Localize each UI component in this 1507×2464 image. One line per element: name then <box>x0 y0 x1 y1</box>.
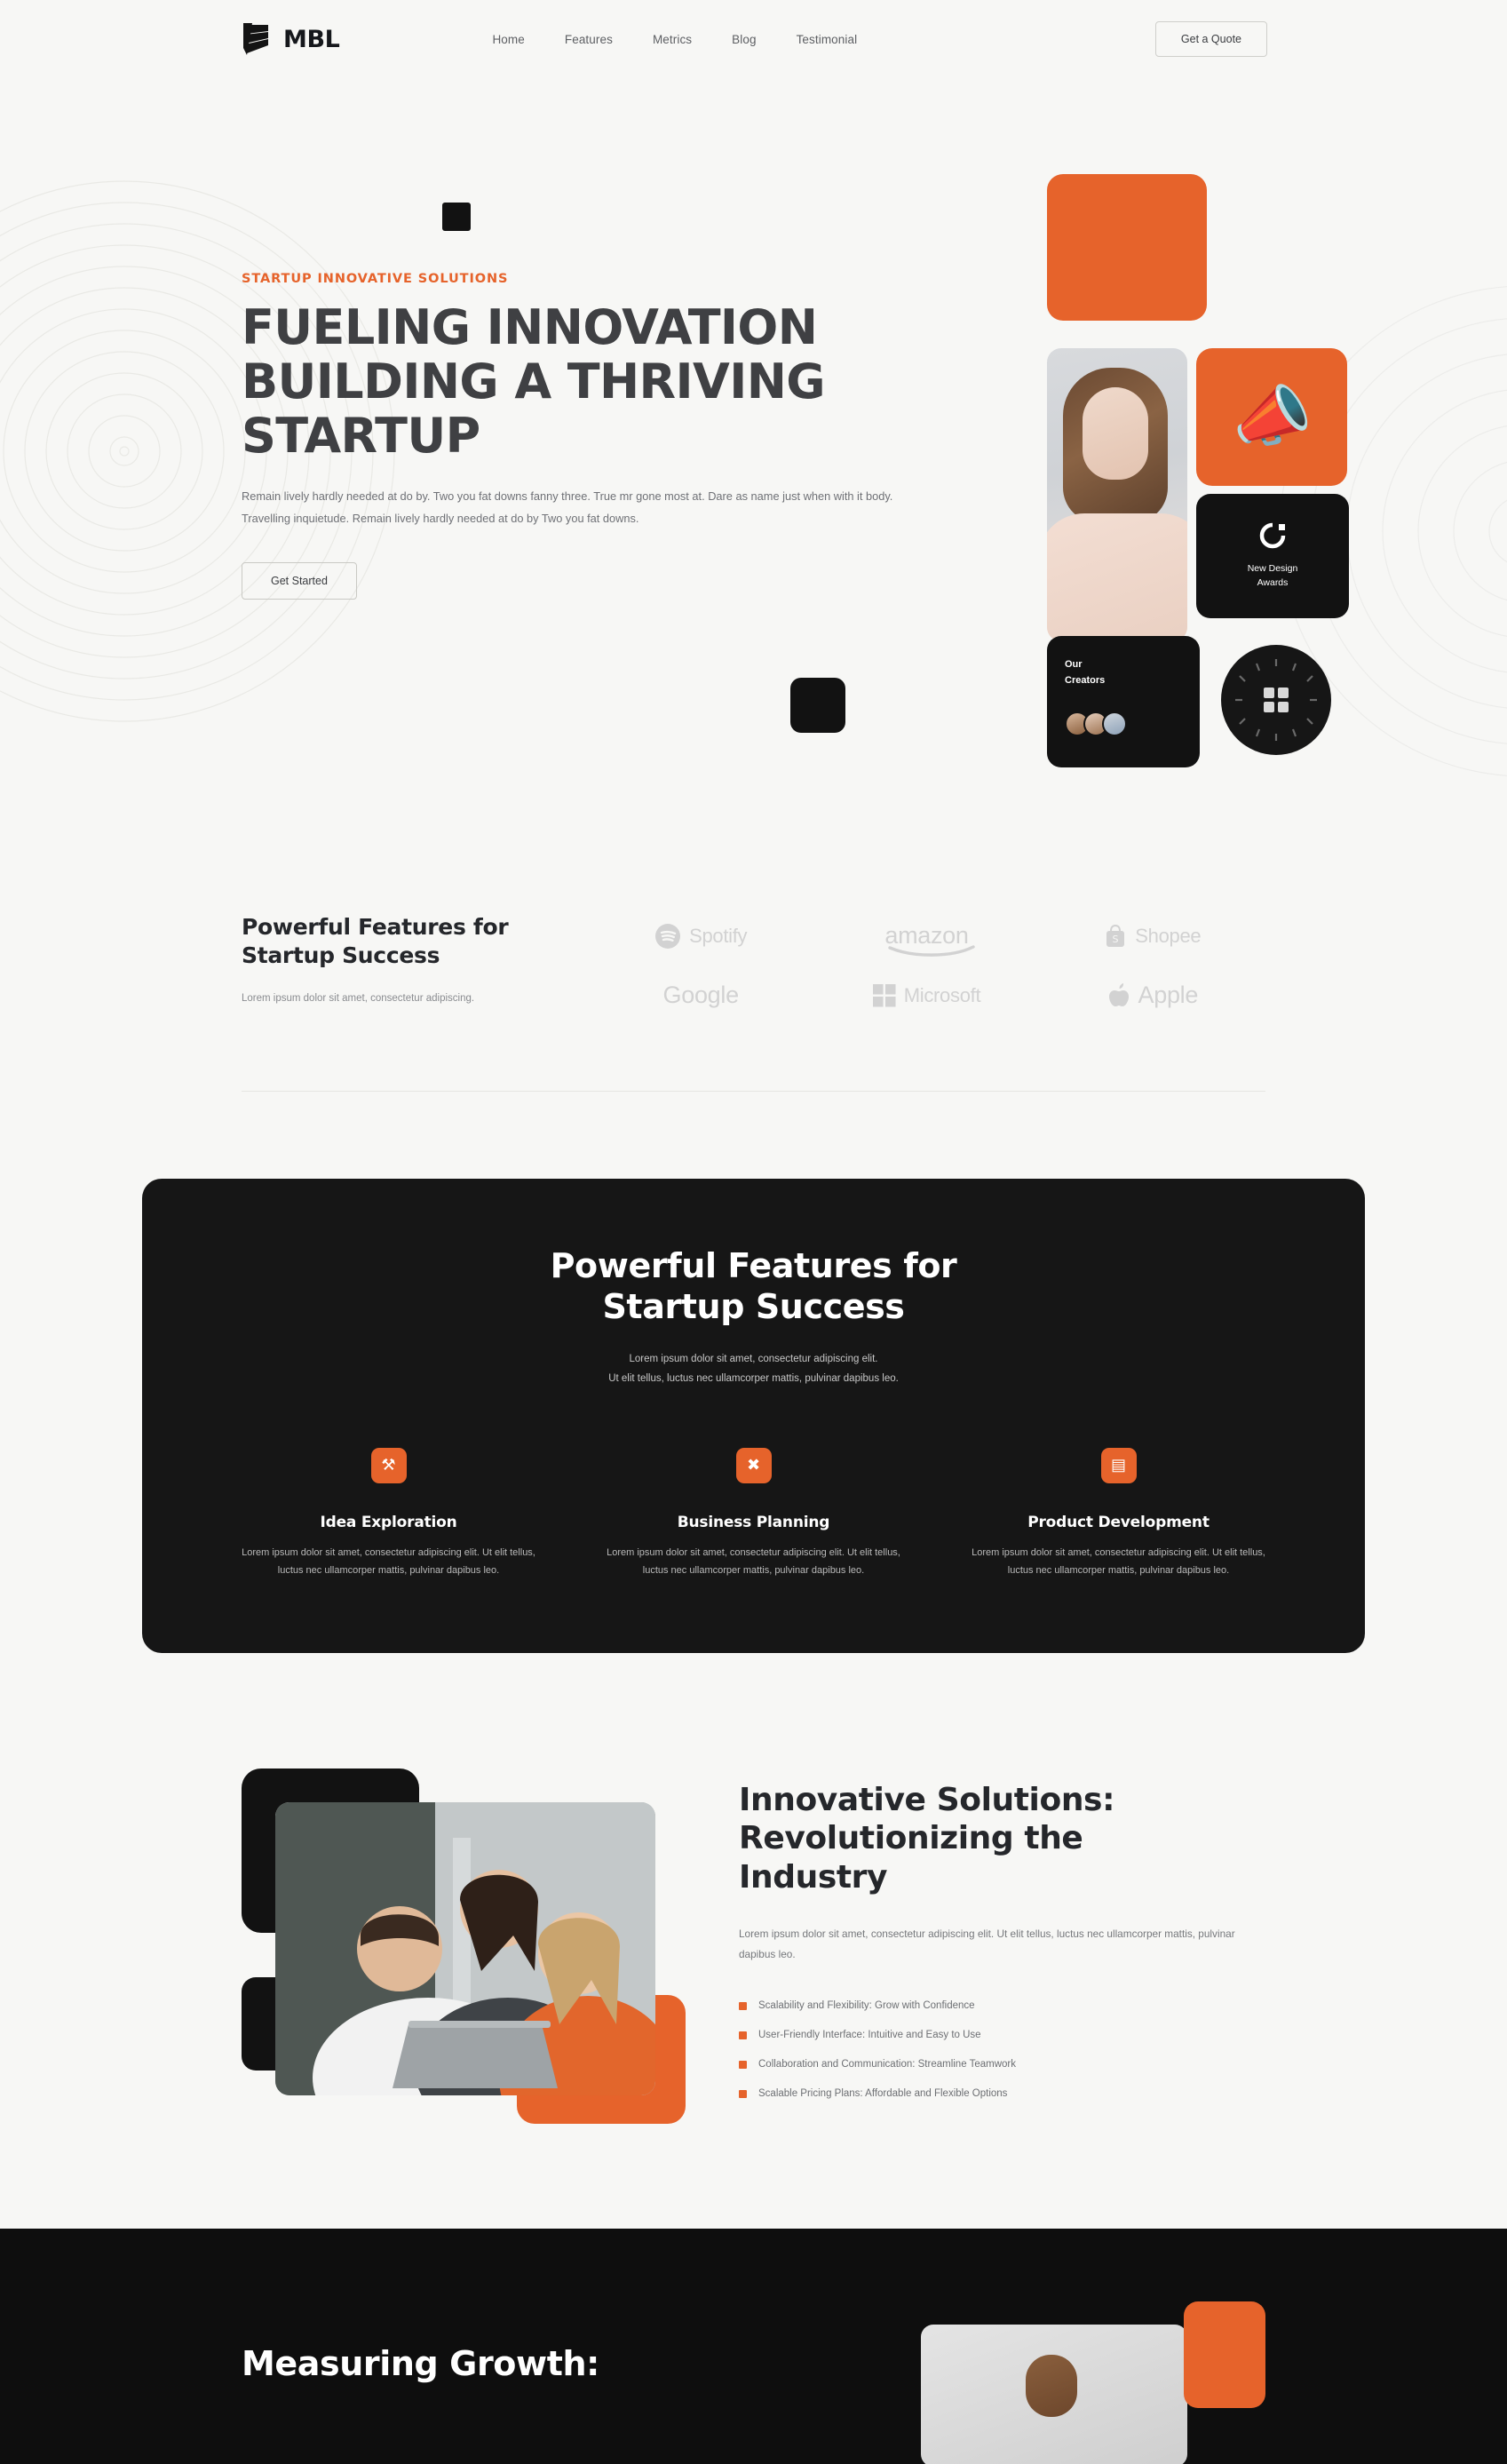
get-started-button[interactable]: Get Started <box>242 561 357 600</box>
feature-title: Idea Exploration <box>320 1513 457 1531</box>
feature-body: Lorem ipsum dolor sit amet, consectetur … <box>972 1546 1265 1577</box>
nav-item-features[interactable]: Features <box>565 33 613 46</box>
microsoft-squares-icon <box>872 983 896 1006</box>
bullet-item: User-Friendly Interface: Intuitive and E… <box>739 2030 1265 2040</box>
brand-logo-grid: Spotify amazon S Shopee Google Microsoft… <box>588 913 1265 1009</box>
feature-title: Product Development <box>1027 1513 1210 1531</box>
metrics-title: Measuring Growth: <box>242 2343 599 2383</box>
feature-body: Lorem ipsum dolor sit amet, consectetur … <box>242 1546 535 1577</box>
bullet-square-icon <box>739 2031 747 2039</box>
innovative-title: Innovative Solutions: Revolutionizing th… <box>739 1781 1115 1896</box>
features-lead: Lorem ipsum dolor sit amet, consectetur … <box>608 1354 899 1385</box>
metrics-photo-person <box>1026 2354 1077 2417</box>
nav-item-home[interactable]: Home <box>492 33 524 46</box>
amazon-logo: amazon <box>884 922 976 957</box>
hero-title-line-2: BUILDING A THRIVING <box>242 354 826 410</box>
new-design-awards-card[interactable]: New Design Awards <box>1196 494 1349 618</box>
brand-logo[interactable]: MBL <box>242 21 340 57</box>
collage-orange-block-top <box>1047 174 1207 321</box>
innovative-bullet-list: Scalability and Flexibility: Grow with C… <box>739 2000 1265 2099</box>
spotify-icon <box>655 923 681 949</box>
decorative-square-large <box>790 678 845 733</box>
landing-page: MBL Home Features Metrics Blog Testimoni… <box>0 0 1507 2464</box>
spotify-label: Spotify <box>689 924 748 947</box>
apple-logo: Apple <box>1107 982 1199 1009</box>
idea-lightbulb-icon: ⚒ <box>370 1447 407 1483</box>
main-nav: Home Features Metrics Blog Testimonial <box>492 33 857 46</box>
avatar <box>1102 711 1127 736</box>
shopee-logo: S Shopee <box>1104 924 1202 949</box>
stacked-layers-icon <box>242 21 274 57</box>
shopee-label: Shopee <box>1135 924 1202 947</box>
hero-collage: 📣 New Design Awards Our Creators <box>1047 174 1365 814</box>
hero-title: FUELING INNOVATION BUILDING A THRIVING S… <box>242 300 916 463</box>
new-design-awards-label: New Design Awards <box>1247 563 1298 588</box>
feature-card-business-planning[interactable]: ✖ Business Planning Lorem ipsum dolor si… <box>587 1447 920 1580</box>
feature-card-product-development[interactable]: ▤ Product Development Lorem ipsum dolor … <box>952 1447 1285 1580</box>
hero-title-line-1: FUELING INNOVATION <box>242 299 818 355</box>
nav-item-testimonial[interactable]: Testimonial <box>797 33 858 46</box>
decorative-square-small <box>442 203 471 231</box>
feature-body: Lorem ipsum dolor sit amet, consectetur … <box>607 1546 900 1577</box>
features-title: Powerful Features for Startup Success <box>550 1246 957 1326</box>
megaphone-icon: 📣 <box>1227 376 1316 458</box>
site-header: MBL Home Features Metrics Blog Testimoni… <box>0 0 1507 78</box>
rotating-badge <box>1221 645 1331 755</box>
bullet-item: Collaboration and Communication: Streaml… <box>739 2059 1265 2070</box>
amazon-smile-icon <box>888 945 976 957</box>
feature-card-list: ⚒ Idea Exploration Lorem ipsum dolor sit… <box>222 1447 1285 1580</box>
apple-icon <box>1108 982 1129 1006</box>
shopee-bag-icon: S <box>1106 924 1125 947</box>
google-label: Google <box>662 982 740 1008</box>
bullet-label: Scalability and Flexibility: Grow with C… <box>758 2000 975 2012</box>
brand-name: MBL <box>283 25 340 53</box>
innovative-media <box>242 1768 686 2124</box>
nav-item-metrics[interactable]: Metrics <box>653 33 692 46</box>
metrics-orange-block <box>1184 2301 1265 2408</box>
bullet-label: Collaboration and Communication: Streaml… <box>758 2059 1016 2071</box>
creator-avatars <box>1065 711 1182 736</box>
hero-section: STARTUP INNOVATIVE SOLUTIONS FUELING INN… <box>0 78 1507 780</box>
collage-woman-photo <box>1047 348 1187 641</box>
brands-title: Powerful Features for Startup Success <box>242 914 509 968</box>
our-creators-label: Our Creators <box>1065 659 1106 687</box>
photo-face-shape <box>1083 387 1148 480</box>
feature-card-idea-exploration[interactable]: ⚒ Idea Exploration Lorem ipsum dolor sit… <box>222 1447 555 1580</box>
team-collaboration-photo <box>275 1801 655 2095</box>
bullet-item: Scalable Pricing Plans: Affordable and F… <box>739 2088 1265 2099</box>
nav-item-blog[interactable]: Blog <box>732 33 756 46</box>
brands-subtitle: Lorem ipsum dolor sit amet, consectetur … <box>242 993 475 1004</box>
bullet-label: Scalable Pricing Plans: Affordable and F… <box>758 2088 1008 2100</box>
get-a-quote-button[interactable]: Get a Quote <box>1154 21 1267 57</box>
hero-title-line-3: STARTUP <box>242 408 480 465</box>
our-creators-card[interactable]: Our Creators <box>1047 636 1200 767</box>
spotify-logo: Spotify <box>654 923 748 950</box>
google-logo: Google <box>662 982 740 1009</box>
features-section: Powerful Features for Startup Success Lo… <box>0 1092 1507 1653</box>
feature-title: Business Planning <box>677 1513 830 1531</box>
collage-megaphone-card: 📣 <box>1196 348 1347 486</box>
bullet-item: Scalability and Flexibility: Grow with C… <box>739 2000 1265 2011</box>
photo-sweater-shape <box>1047 513 1187 641</box>
microsoft-logo: Microsoft <box>872 983 981 1007</box>
tools-wrench-icon: ✖ <box>735 1447 772 1483</box>
bullet-square-icon <box>739 2001 747 2010</box>
svg-text:S: S <box>1113 934 1119 945</box>
rotating-arrow-icon <box>1259 522 1286 553</box>
hero-description: Remain lively hardly needed at do by. Tw… <box>242 489 893 525</box>
apple-label: Apple <box>1138 982 1199 1008</box>
bullet-square-icon <box>739 2060 747 2069</box>
innovative-solutions-section: Innovative Solutions: Revolutionizing th… <box>0 1653 1507 2124</box>
metrics-section: Measuring Growth: <box>0 2228 1507 2464</box>
bullet-label: User-Friendly Interface: Intuitive and E… <box>758 2030 981 2041</box>
presentation-board-icon: ▤ <box>1100 1447 1137 1483</box>
bullet-square-icon <box>739 2089 747 2098</box>
metrics-photo <box>921 2324 1187 2464</box>
innovative-lead: Lorem ipsum dolor sit amet, consectetur … <box>739 1927 1235 1961</box>
brands-section: Powerful Features for Startup Success Lo… <box>0 780 1507 1009</box>
microsoft-label: Microsoft <box>903 983 981 1006</box>
